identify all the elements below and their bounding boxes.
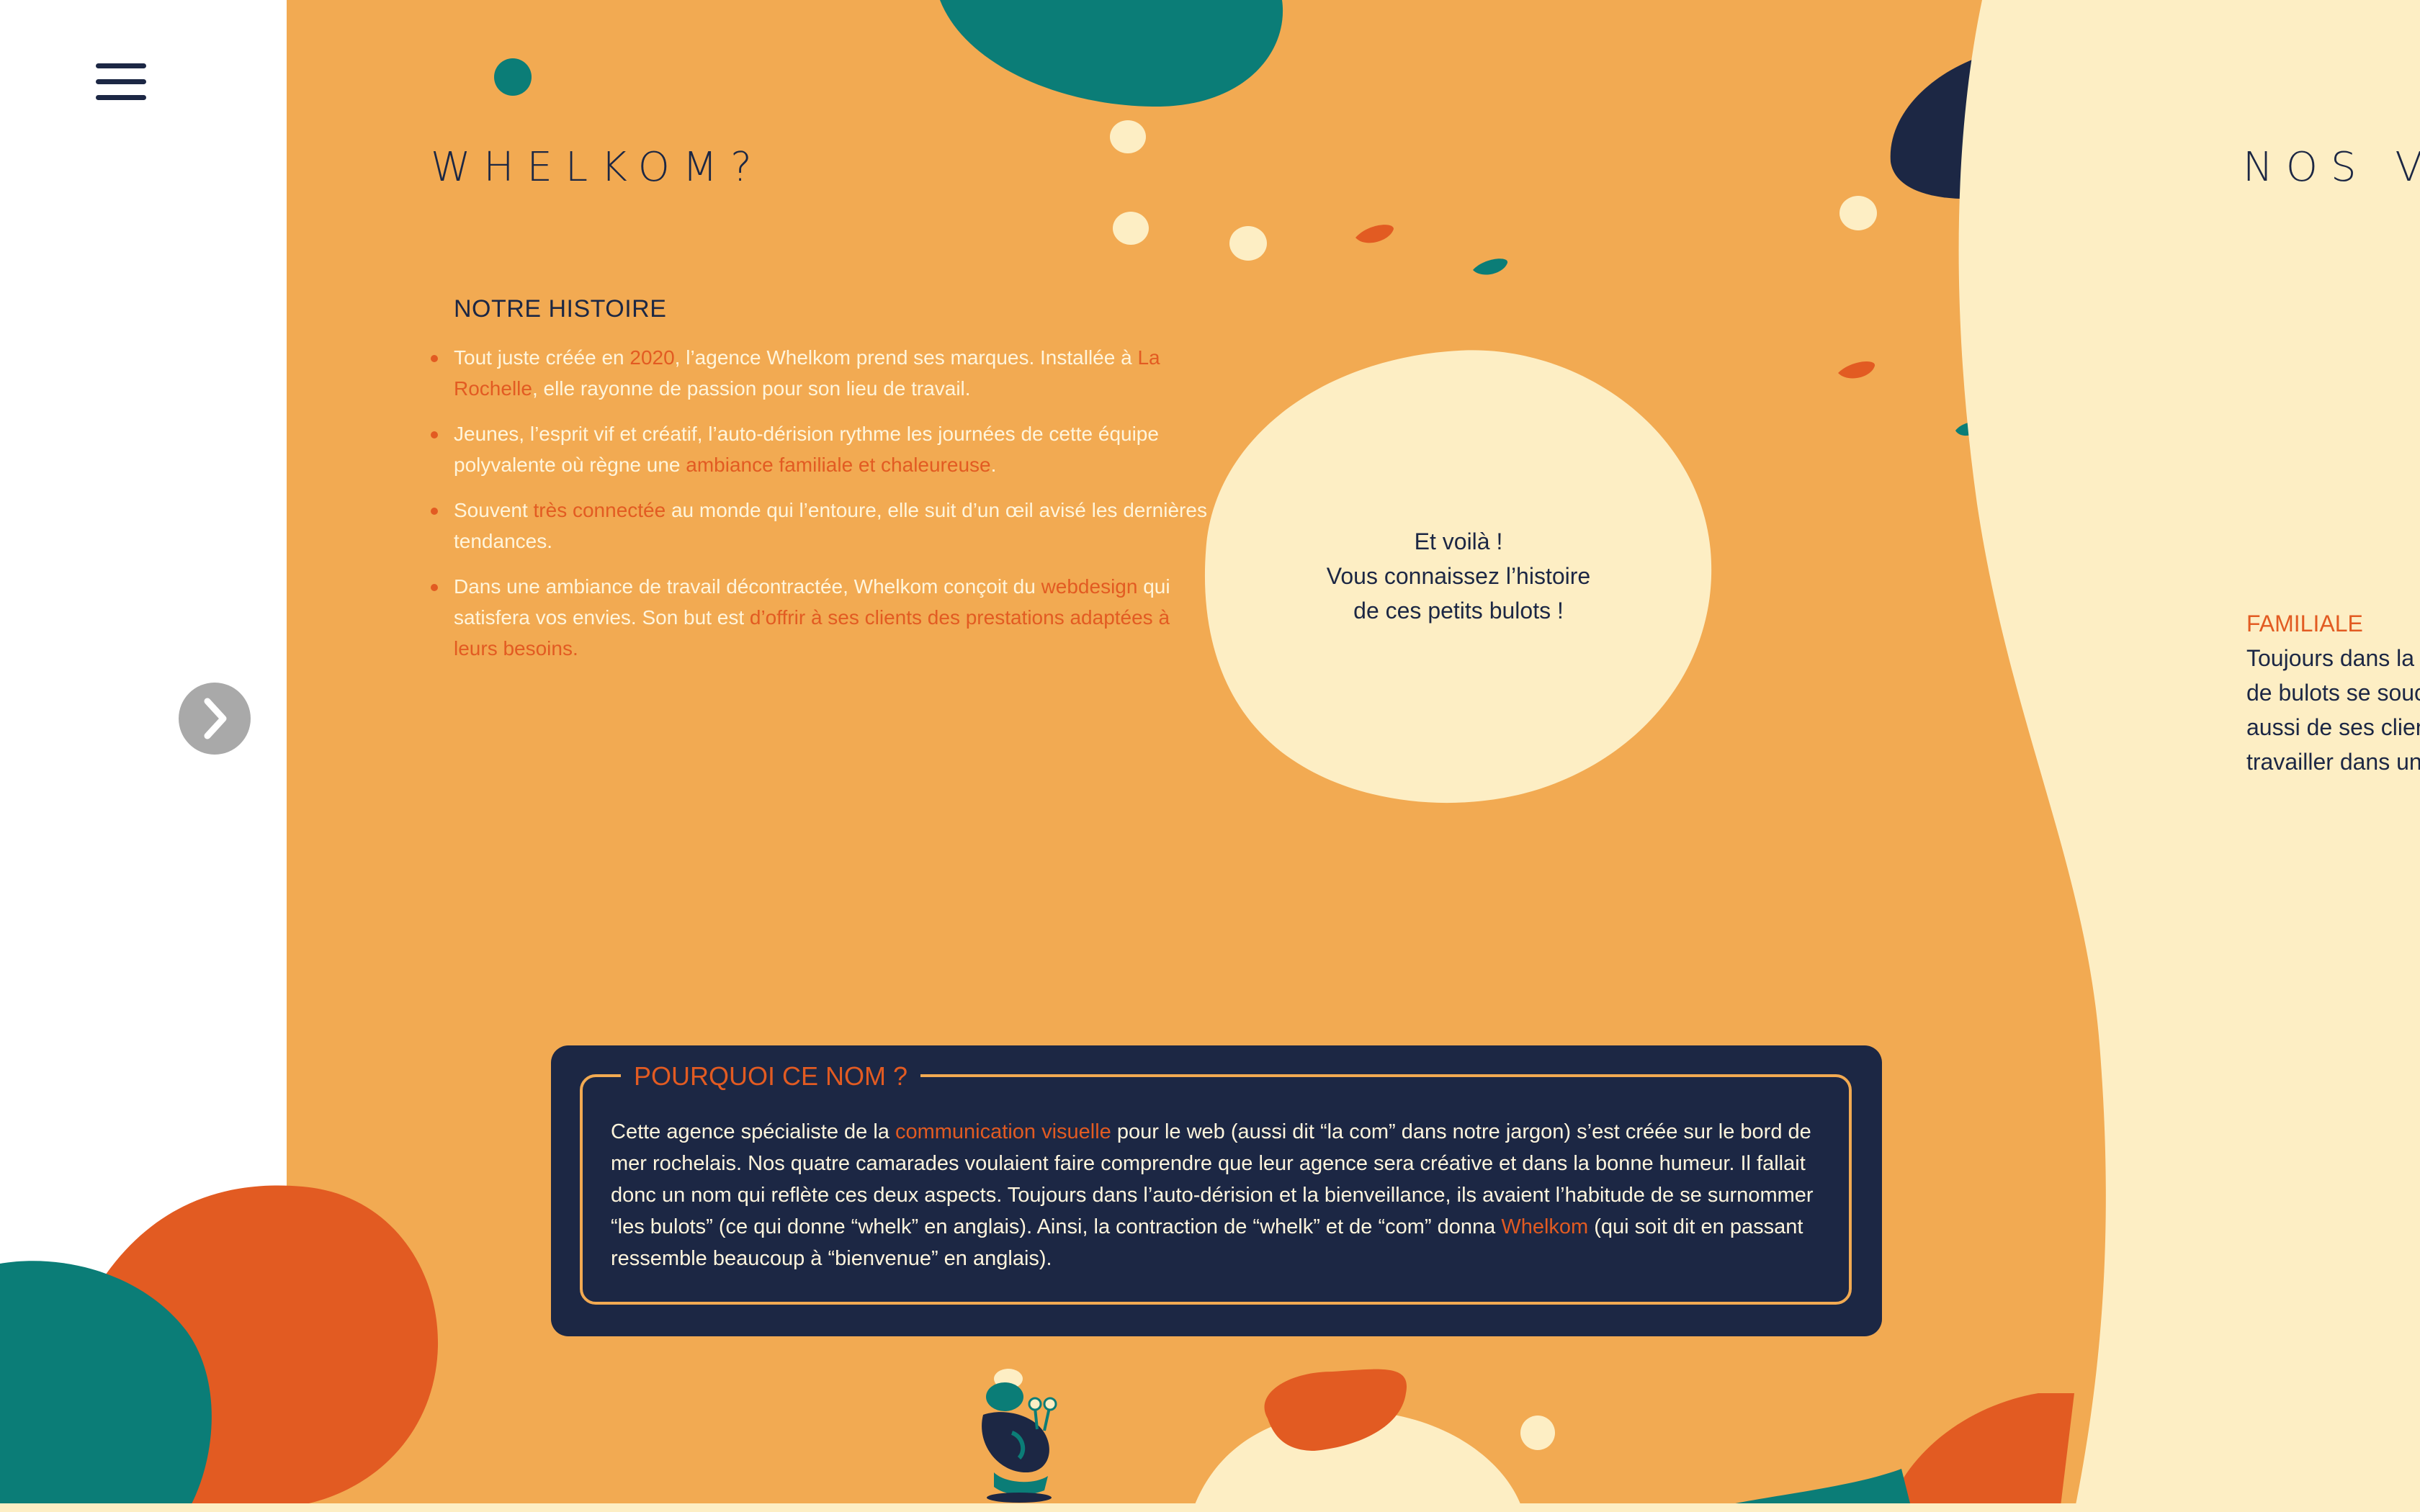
- familiale-line: de bulots se souc: [2246, 680, 2420, 706]
- body-text: Tout juste créée en: [454, 346, 630, 369]
- section-title-whelkom: WHELKOM?: [431, 144, 765, 191]
- familiale-line: Toujours dans la: [2246, 645, 2415, 671]
- familiale-heading: FAMILIALE: [2246, 611, 2363, 636]
- voila-line: Vous connaissez l’histoire: [1326, 563, 1591, 589]
- bullet-icon: [431, 355, 438, 362]
- bullet-icon: [431, 431, 438, 438]
- teal-leaf: [1473, 258, 1508, 275]
- bullet-icon: [431, 584, 438, 591]
- bottom-strip: [0, 1503, 2420, 1512]
- section-title-next: NOS V: [2243, 144, 2420, 191]
- familiale-paragraph: Toujours dans la de bulots se souc aussi…: [2246, 641, 2420, 779]
- body-text: , elle rayonne de passion pour son lieu …: [532, 377, 971, 400]
- highlight-text: 2020: [629, 346, 675, 369]
- body-text: Souvent: [454, 499, 534, 521]
- histoire-list-item: Tout juste créée en 2020, l’agence Whelk…: [431, 342, 1209, 404]
- cream-dot: [1229, 226, 1267, 261]
- highlight-text: ambiance familiale et chaleureuse: [686, 454, 991, 476]
- highlight-text: Whelkom: [1501, 1215, 1589, 1238]
- teal-blob-top: [940, 0, 1283, 107]
- orange-blob-bottom-right: [1887, 1393, 2074, 1512]
- histoire-list-item: Jeunes, l’esprit vif et créatif, l’auto-…: [431, 418, 1209, 480]
- histoire-list-item: Dans une ambiance de travail décontracté…: [431, 571, 1209, 664]
- familiale-line: aussi de ses clien: [2246, 714, 2420, 740]
- menu-button[interactable]: [96, 63, 146, 101]
- body-text: .: [990, 454, 997, 476]
- cream-dot: [1113, 212, 1149, 245]
- cream-dot: [1520, 1416, 1555, 1450]
- voila-line: Et voilà !: [1414, 528, 1503, 554]
- highlight-text: communication visuelle: [895, 1120, 1111, 1143]
- cream-dot: [1110, 120, 1146, 153]
- histoire-heading: NOTRE HISTOIRE: [454, 295, 667, 323]
- bullet-icon: [431, 508, 438, 515]
- pourquoi-heading: POURQUOI CE NOM ?: [621, 1061, 921, 1092]
- familiale-line: travailler dans un: [2246, 749, 2420, 775]
- cream-dot: [1839, 196, 1877, 230]
- body-text: Cette agence spécialiste de la: [611, 1120, 895, 1143]
- next-section-button[interactable]: [179, 683, 251, 755]
- body-text: , l’agence Whelkom prend ses marques. In…: [674, 346, 1138, 369]
- highlight-text: très connectée: [533, 499, 666, 521]
- chevron-right-icon: [204, 698, 227, 739]
- highlight-text: webdesign: [1041, 575, 1138, 598]
- histoire-list-item: Souvent très connectée au monde qui l’en…: [431, 495, 1209, 557]
- orange-leaf: [1838, 361, 1876, 379]
- voila-line: de ces petits bulots !: [1353, 598, 1564, 624]
- pourquoi-paragraph: Cette agence spécialiste de la communica…: [611, 1116, 1828, 1274]
- snail-mascot-icon: [982, 1369, 1057, 1503]
- orange-leaf: [1355, 225, 1394, 243]
- teal-dot: [494, 58, 532, 96]
- histoire-list: Tout juste créée en 2020, l’agence Whelk…: [431, 342, 1209, 678]
- body-text: Dans une ambiance de travail décontracté…: [454, 575, 1041, 598]
- voila-text: Et voilà ! Vous connaissez l’histoire de…: [1217, 524, 1700, 628]
